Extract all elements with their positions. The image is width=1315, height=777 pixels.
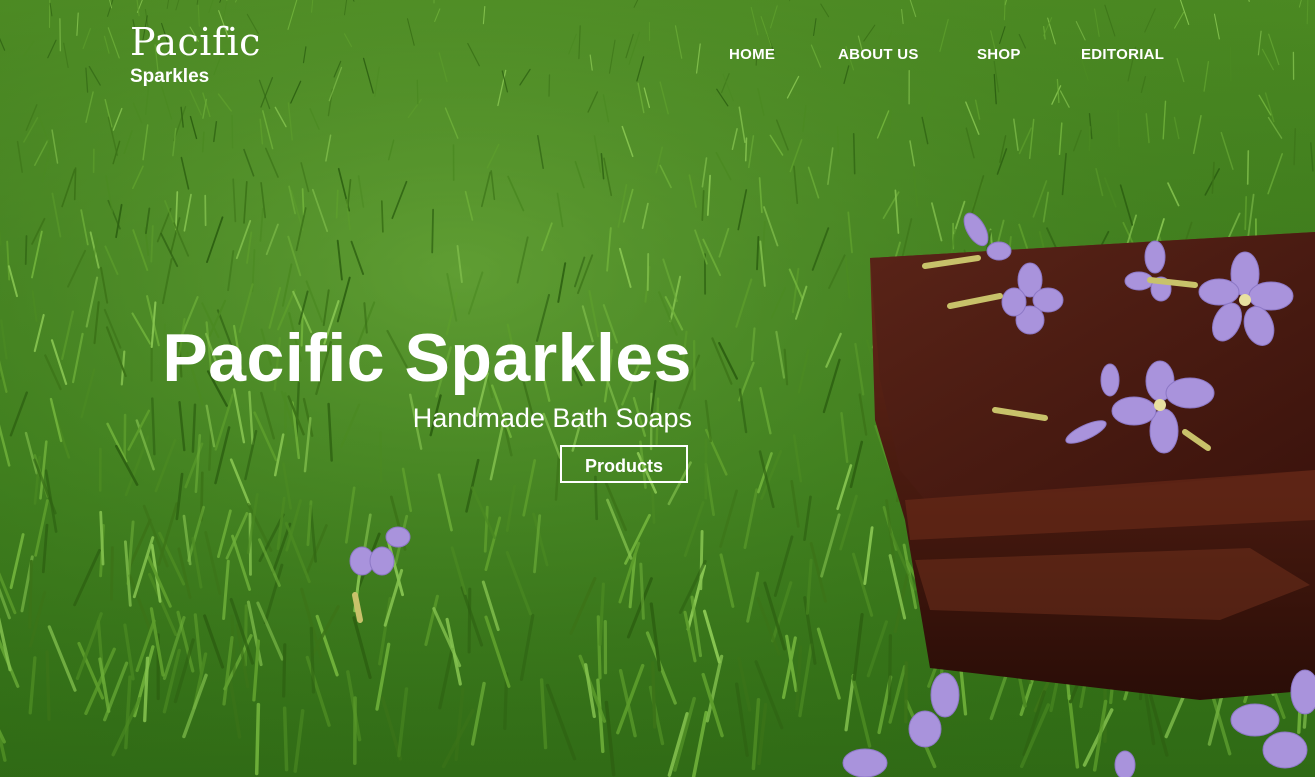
hero-title: Pacific Sparkles	[162, 320, 692, 396]
nav-item-home[interactable]: HOME	[729, 46, 775, 63]
nav-item-shop[interactable]: SHOP	[977, 46, 1021, 63]
nav-item-about-us[interactable]: ABOUT US	[838, 46, 919, 63]
products-button[interactable]: Products	[560, 445, 688, 483]
hero-section: Pacific Sparkles HOME ABOUT US SHOP EDIT…	[0, 0, 1315, 777]
brand-tagline: Sparkles	[130, 66, 210, 87]
hero-subtitle: Handmade Bath Soaps	[412, 403, 692, 433]
nav-item-editorial[interactable]: EDITORIAL	[1081, 46, 1164, 63]
main-navigation: HOME ABOUT US SHOP EDITORIAL	[0, 46, 1315, 66]
